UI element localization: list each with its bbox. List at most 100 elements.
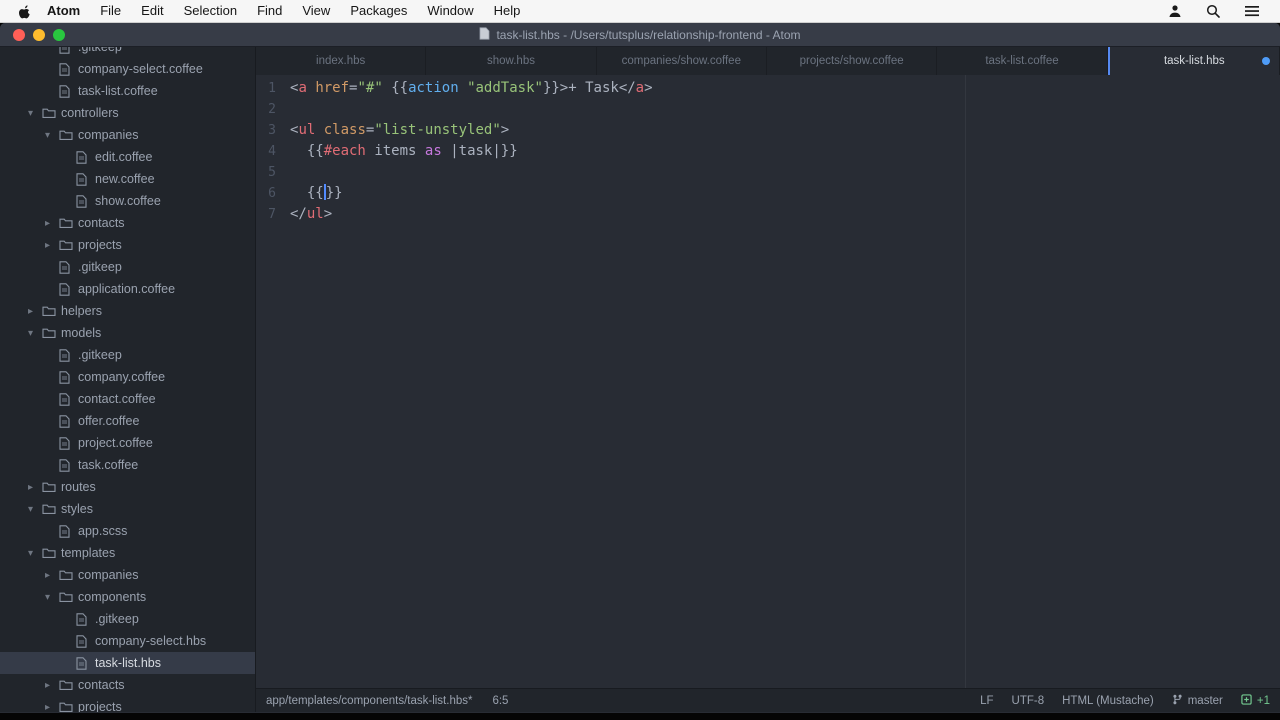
chevron-right-icon[interactable]: ▸ xyxy=(45,702,59,713)
code-token: {{ xyxy=(306,185,324,201)
chevron-down-icon[interactable]: ▾ xyxy=(45,592,59,603)
tree-item-projects[interactable]: ▸ projects xyxy=(0,696,255,712)
editor-line[interactable]: 2 xyxy=(256,99,1280,120)
tab-task-list-hbs[interactable]: task-list.hbs xyxy=(1107,47,1280,75)
chevron-down-icon[interactable]: ▾ xyxy=(45,130,59,141)
folder-icon xyxy=(59,129,78,141)
tree-item-company-select-coffee[interactable]: company-select.coffee xyxy=(0,58,255,80)
git-diff-indicator[interactable]: +1 xyxy=(1241,693,1270,708)
menu-packages[interactable]: Packages xyxy=(340,0,417,22)
apple-menu-icon[interactable] xyxy=(18,4,31,19)
tree-item-label: company-select.hbs xyxy=(95,634,207,648)
tab-index-hbs[interactable]: index.hbs xyxy=(256,47,427,75)
close-button[interactable] xyxy=(13,29,25,41)
tree-item-gitkeep[interactable]: .gitkeep xyxy=(0,344,255,366)
chevron-down-icon[interactable]: ▾ xyxy=(28,548,42,559)
editor-line[interactable]: 6 {{}} xyxy=(256,183,1280,204)
user-icon[interactable] xyxy=(1168,4,1182,18)
text-editor[interactable]: 1 <a href="#" {{action "addTask"}}>+ Task… xyxy=(256,75,1280,688)
chevron-right-icon[interactable]: ▸ xyxy=(45,240,59,251)
tree-item-edit-coffee[interactable]: edit.coffee xyxy=(0,146,255,168)
tree-item-templates[interactable]: ▾ templates xyxy=(0,542,255,564)
tree-item-companies[interactable]: ▸ companies xyxy=(0,564,255,586)
diff-added-count: +1 xyxy=(1256,694,1270,707)
git-branch-indicator[interactable]: master xyxy=(1172,693,1223,709)
tree-view-sidebar[interactable]: .gitkeep company-select.coffee task-list.c… xyxy=(0,47,256,712)
chevron-down-icon[interactable]: ▾ xyxy=(28,328,42,339)
tree-item-label: new.coffee xyxy=(95,172,155,186)
menu-view[interactable]: View xyxy=(292,0,340,22)
tree-item-contact-coffee[interactable]: contact.coffee xyxy=(0,388,255,410)
chevron-down-icon[interactable]: ▾ xyxy=(28,504,42,515)
file-tree: .gitkeep company-select.coffee task-list.c… xyxy=(0,47,255,712)
code-token: </ xyxy=(290,206,307,222)
menu-edit[interactable]: Edit xyxy=(131,0,173,22)
tree-item-company-select-hbs[interactable]: company-select.hbs xyxy=(0,630,255,652)
chevron-right-icon[interactable]: ▸ xyxy=(45,218,59,229)
tree-item-label: .gitkeep xyxy=(95,612,139,626)
code-token: "list-unstyled" xyxy=(374,122,501,138)
menu-window[interactable]: Window xyxy=(417,0,483,22)
tree-item-styles[interactable]: ▾ styles xyxy=(0,498,255,520)
code-text: <ul class="list-unstyled"> xyxy=(290,120,509,141)
editor-line[interactable]: 3 <ul class="list-unstyled"> xyxy=(256,120,1280,141)
tree-item-app-scss[interactable]: app.scss xyxy=(0,520,255,542)
tree-item-company-coffee[interactable]: company.coffee xyxy=(0,366,255,388)
chevron-right-icon[interactable]: ▸ xyxy=(28,482,42,493)
editor-line[interactable]: 5 xyxy=(256,162,1280,183)
menu-selection[interactable]: Selection xyxy=(174,0,247,22)
chevron-down-icon[interactable]: ▾ xyxy=(28,108,42,119)
minimize-button[interactable] xyxy=(33,29,45,41)
file-icon xyxy=(76,612,95,626)
tree-item-routes[interactable]: ▸ routes xyxy=(0,476,255,498)
tree-item-controllers[interactable]: ▾ controllers xyxy=(0,102,255,124)
tree-item-task-list-coffee[interactable]: task-list.coffee xyxy=(0,80,255,102)
line-ending-indicator[interactable]: LF xyxy=(980,695,993,707)
tree-item-project-coffee[interactable]: project.coffee xyxy=(0,432,255,454)
tree-item-components[interactable]: ▾ components xyxy=(0,586,255,608)
tree-item-helpers[interactable]: ▸ helpers xyxy=(0,300,255,322)
tree-item-application-coffee[interactable]: application.coffee xyxy=(0,278,255,300)
editor-line[interactable]: 4 {{#each items as |task|}} xyxy=(256,141,1280,162)
encoding-indicator[interactable]: UTF-8 xyxy=(1012,695,1045,707)
cursor-position[interactable]: 6:5 xyxy=(492,695,508,707)
tab-task-list-coffee[interactable]: task-list.coffee xyxy=(937,47,1108,75)
tab-companies-show-coffee[interactable]: companies/show.coffee xyxy=(597,47,767,75)
chevron-right-icon[interactable]: ▸ xyxy=(45,570,59,581)
chevron-right-icon[interactable]: ▸ xyxy=(45,680,59,691)
tree-item-task-list-hbs[interactable]: task-list.hbs xyxy=(0,652,255,674)
menu-find[interactable]: Find xyxy=(247,0,292,22)
spotlight-search-icon[interactable] xyxy=(1206,4,1220,18)
grammar-indicator[interactable]: HTML (Mustache) xyxy=(1062,695,1154,707)
zoom-button[interactable] xyxy=(53,29,65,41)
tree-item-gitkeep[interactable]: .gitkeep xyxy=(0,608,255,630)
tree-item-task-coffee[interactable]: task.coffee xyxy=(0,454,255,476)
tree-item-offer-coffee[interactable]: offer.coffee xyxy=(0,410,255,432)
tree-item-gitkeep[interactable]: .gitkeep xyxy=(0,47,255,58)
tree-item-gitkeep[interactable]: .gitkeep xyxy=(0,256,255,278)
editor-line[interactable]: 7 </ul> xyxy=(256,204,1280,225)
tree-item-new-coffee[interactable]: new.coffee xyxy=(0,168,255,190)
chevron-right-icon[interactable]: ▸ xyxy=(28,306,42,317)
tree-item-models[interactable]: ▾ models xyxy=(0,322,255,344)
notification-center-icon[interactable] xyxy=(1244,5,1260,17)
tree-item-label: task.coffee xyxy=(78,458,139,472)
folder-icon xyxy=(42,503,61,515)
menu-atom[interactable]: Atom xyxy=(37,0,90,22)
tree-item-label: contact.coffee xyxy=(78,392,156,406)
tab-show-hbs[interactable]: show.hbs xyxy=(426,47,597,75)
code-token: "#" xyxy=(357,80,383,96)
menu-help[interactable]: Help xyxy=(484,0,531,22)
tree-item-projects[interactable]: ▸ projects xyxy=(0,234,255,256)
tree-item-companies[interactable]: ▾ companies xyxy=(0,124,255,146)
tab-projects-show-coffee[interactable]: projects/show.coffee xyxy=(767,47,938,75)
window-title-bar[interactable]: task-list.hbs - /Users/tutsplus/relation… xyxy=(0,23,1280,47)
tree-item-contacts[interactable]: ▸ contacts xyxy=(0,212,255,234)
menu-file[interactable]: File xyxy=(90,0,131,22)
current-file-path[interactable]: app/templates/components/task-list.hbs* xyxy=(266,695,472,707)
tree-item-show-coffee[interactable]: show.coffee xyxy=(0,190,255,212)
editor-line[interactable]: 1 <a href="#" {{action "addTask"}}>+ Task… xyxy=(256,78,1280,99)
tree-item-contacts[interactable]: ▸ contacts xyxy=(0,674,255,696)
